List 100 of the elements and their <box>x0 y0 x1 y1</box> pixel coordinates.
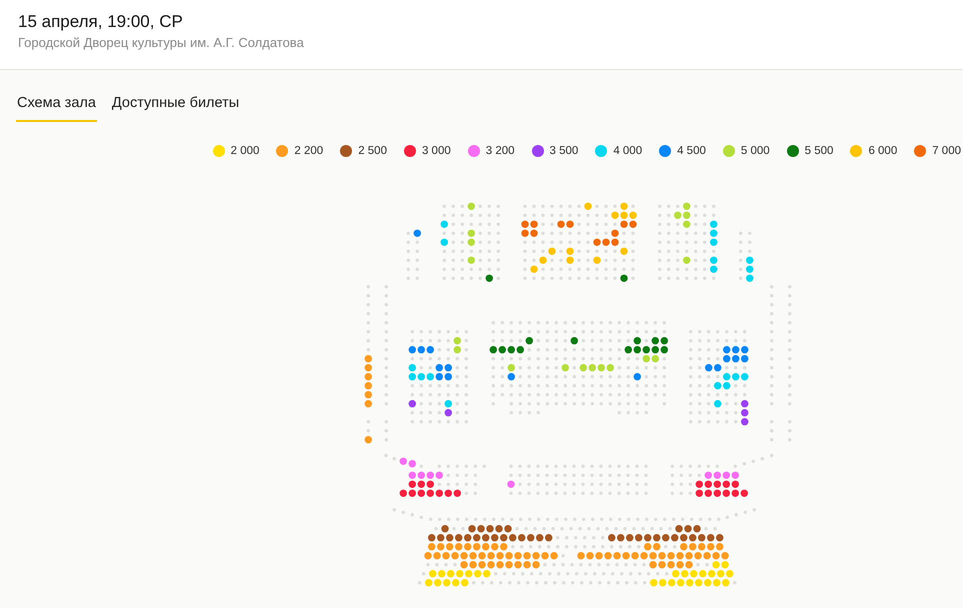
seat-icon[interactable] <box>626 534 634 542</box>
seat-icon[interactable] <box>428 534 436 542</box>
seat-icon[interactable] <box>629 220 637 228</box>
seat-icon[interactable] <box>414 230 421 237</box>
seat-icon[interactable] <box>507 480 515 488</box>
seat-icon[interactable] <box>490 346 497 354</box>
seat-icon[interactable] <box>602 238 610 246</box>
seat-icon[interactable] <box>620 220 628 228</box>
seat-icon[interactable] <box>653 534 660 542</box>
seat-icon[interactable] <box>689 534 696 542</box>
seat-icon[interactable] <box>408 472 416 479</box>
seat-icon[interactable] <box>693 525 701 532</box>
seat-icon[interactable] <box>566 220 574 228</box>
seat-icon[interactable] <box>418 472 425 479</box>
seat-icon[interactable] <box>444 364 452 372</box>
seat-icon[interactable] <box>660 337 668 344</box>
seat-icon[interactable] <box>611 238 619 246</box>
tab[interactable]: Доступные билеты <box>110 94 240 122</box>
seat-icon[interactable] <box>704 480 712 488</box>
seat-icon[interactable] <box>464 534 472 542</box>
seat-icon[interactable] <box>570 337 578 344</box>
seat-icon[interactable] <box>426 490 434 497</box>
seat-icon[interactable] <box>444 490 452 497</box>
seat-icon[interactable] <box>545 534 552 542</box>
seat-icon[interactable] <box>444 373 452 380</box>
seat-icon[interactable] <box>444 409 452 416</box>
seat-icon[interactable] <box>732 490 739 497</box>
seat-icon[interactable] <box>714 490 721 497</box>
seat-icon[interactable] <box>408 490 416 497</box>
seat-icon[interactable] <box>624 346 632 354</box>
seat-icon[interactable] <box>732 472 739 479</box>
seat-icon[interactable] <box>642 346 650 354</box>
seat-icon[interactable] <box>418 490 425 497</box>
seat-icon[interactable] <box>521 230 529 237</box>
seat-icon[interactable] <box>400 458 407 465</box>
seat-icon[interactable] <box>482 534 490 542</box>
seat-icon[interactable] <box>634 337 641 344</box>
tab[interactable]: Схема зала <box>16 94 97 122</box>
seat-icon[interactable] <box>723 355 730 362</box>
seat-icon[interactable] <box>508 346 515 354</box>
seat-icon[interactable] <box>527 534 534 542</box>
seat-icon[interactable] <box>714 472 721 479</box>
seat-icon[interactable] <box>740 490 748 497</box>
seat-icon[interactable] <box>732 355 740 362</box>
seat-icon[interactable] <box>468 525 476 532</box>
seat-icon[interactable] <box>418 480 425 488</box>
seat-icon[interactable] <box>436 373 443 380</box>
seat-icon[interactable] <box>634 346 641 354</box>
seat-icon[interactable] <box>660 346 668 354</box>
seat-icon[interactable] <box>741 400 748 408</box>
seat-icon[interactable] <box>509 534 516 542</box>
seat-icon[interactable] <box>536 534 544 542</box>
seat-icon[interactable] <box>696 480 703 488</box>
seat-icon[interactable] <box>408 480 416 488</box>
seat-icon[interactable] <box>521 220 529 228</box>
seat-icon[interactable] <box>644 534 652 542</box>
seat-icon[interactable] <box>557 220 565 228</box>
seat-icon[interactable] <box>473 534 480 542</box>
seat-icon[interactable] <box>620 274 628 282</box>
seat-icon[interactable] <box>454 490 461 497</box>
seat-icon[interactable] <box>477 525 485 532</box>
seat-icon[interactable] <box>722 472 730 479</box>
seat-icon[interactable] <box>741 418 748 426</box>
seat-icon[interactable] <box>526 337 533 344</box>
seat-icon[interactable] <box>608 534 616 542</box>
seat-icon[interactable] <box>732 346 740 354</box>
seat-icon[interactable] <box>486 525 494 532</box>
seat-icon[interactable] <box>704 490 712 497</box>
seat-icon[interactable] <box>446 534 454 542</box>
seat-icon[interactable] <box>617 534 624 542</box>
seat-icon[interactable] <box>418 346 425 354</box>
seat-icon[interactable] <box>498 346 506 354</box>
seat-icon[interactable] <box>504 525 512 532</box>
seat-icon[interactable] <box>516 346 524 354</box>
seat-icon[interactable] <box>696 490 703 497</box>
seat-icon[interactable] <box>486 274 493 282</box>
seat-icon[interactable] <box>707 534 714 542</box>
seat-icon[interactable] <box>716 534 724 542</box>
seat-icon[interactable] <box>722 490 730 497</box>
seat-icon[interactable] <box>426 480 434 488</box>
seat-icon[interactable] <box>518 534 526 542</box>
seat-icon[interactable] <box>671 534 678 542</box>
seat-icon[interactable] <box>741 346 748 354</box>
seat-icon[interactable] <box>408 460 416 468</box>
seat-icon[interactable] <box>680 534 688 542</box>
seat-icon[interactable] <box>593 238 601 246</box>
seat-icon[interactable] <box>698 534 706 542</box>
seat-icon[interactable] <box>530 230 538 237</box>
seat-icon[interactable] <box>437 534 444 542</box>
seat-icon[interactable] <box>426 472 434 479</box>
seat-icon[interactable] <box>436 364 443 372</box>
seat-icon[interactable] <box>732 480 739 488</box>
seat-icon[interactable] <box>495 525 503 532</box>
seat-icon[interactable] <box>741 355 748 362</box>
seat-icon[interactable] <box>714 480 721 488</box>
seat-icon[interactable] <box>408 400 416 408</box>
seat-icon[interactable] <box>675 525 683 532</box>
seat-icon[interactable] <box>611 230 619 237</box>
seat-icon[interactable] <box>635 534 642 542</box>
seat-icon[interactable] <box>634 373 641 380</box>
